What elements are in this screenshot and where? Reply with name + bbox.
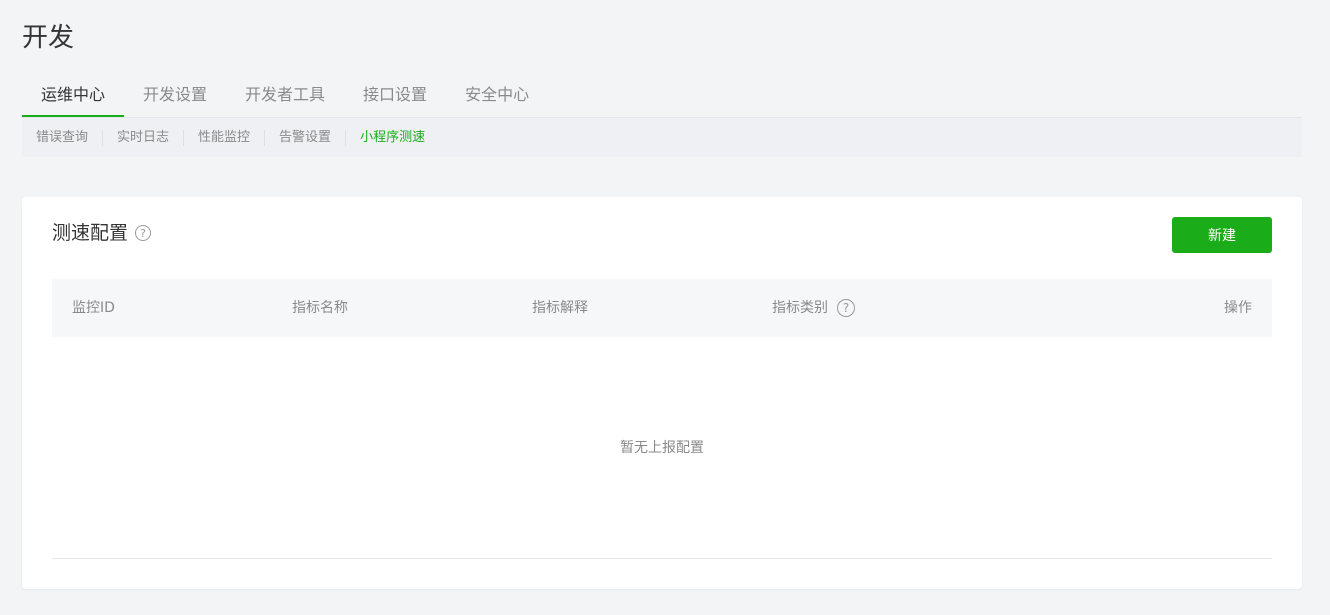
column-header-metric-category: 指标类别 ? bbox=[772, 279, 855, 337]
column-header-actions: 操作 bbox=[1224, 279, 1252, 337]
tab-api-settings[interactable]: 接口设置 bbox=[344, 76, 446, 117]
speed-config-card: 测速配置 ? 新建 监控ID 指标名称 指标解释 指标类别 ? 操作 暂无上报配… bbox=[22, 197, 1302, 589]
tab-security-center[interactable]: 安全中心 bbox=[446, 76, 548, 117]
subtab-performance-monitor[interactable]: 性能监控 bbox=[184, 129, 266, 146]
tab-dev-tools[interactable]: 开发者工具 bbox=[226, 76, 344, 117]
subtab-realtime-log[interactable]: 实时日志 bbox=[103, 129, 185, 146]
subtab-miniprogram-speed[interactable]: 小程序测速 bbox=[346, 130, 439, 146]
subtab-error-query[interactable]: 错误查询 bbox=[22, 129, 104, 146]
column-header-metric-description: 指标解释 bbox=[532, 279, 588, 337]
empty-state-text: 暂无上报配置 bbox=[620, 440, 704, 456]
main-tabs: 运维中心 开发设置 开发者工具 接口设置 安全中心 bbox=[22, 76, 1302, 118]
card-header: 测速配置 ? bbox=[52, 219, 152, 247]
subtab-alert-settings[interactable]: 告警设置 bbox=[265, 129, 347, 146]
tab-dev-settings[interactable]: 开发设置 bbox=[124, 76, 226, 117]
column-header-label: 指标名称 bbox=[292, 300, 348, 316]
sub-tabs: 错误查询 实时日志 性能监控 告警设置 小程序测速 bbox=[22, 118, 1302, 157]
tab-ops-center[interactable]: 运维中心 bbox=[22, 76, 125, 117]
question-circle-icon[interactable]: ? bbox=[837, 299, 855, 317]
table-divider bbox=[52, 558, 1272, 559]
column-header-label: 指标类别 bbox=[772, 300, 828, 316]
question-circle-icon[interactable]: ? bbox=[135, 225, 152, 241]
table-header: 监控ID 指标名称 指标解释 指标类别 ? 操作 bbox=[52, 279, 1272, 337]
new-button[interactable]: 新建 bbox=[1172, 217, 1272, 253]
column-header-label: 指标解释 bbox=[532, 300, 588, 316]
column-header-monitor-id: 监控ID bbox=[72, 279, 115, 337]
column-header-label: 操作 bbox=[1224, 300, 1252, 316]
page-title: 开发 bbox=[22, 23, 75, 53]
column-header-label: 监控ID bbox=[72, 300, 115, 316]
column-header-metric-name: 指标名称 bbox=[292, 279, 348, 337]
card-title: 测速配置 bbox=[52, 222, 129, 244]
